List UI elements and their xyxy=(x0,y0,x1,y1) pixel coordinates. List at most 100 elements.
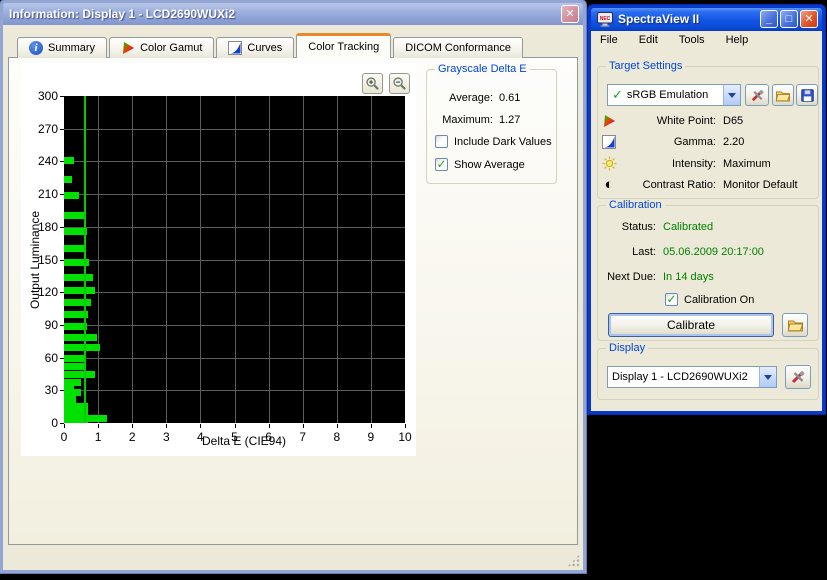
y-tick-label: 30 xyxy=(24,383,58,397)
combo-dropdown-button[interactable] xyxy=(723,85,740,105)
chart-bar xyxy=(64,192,79,199)
chart-bar xyxy=(64,363,84,370)
app-icon: NEC xyxy=(597,12,614,27)
target-save-button[interactable] xyxy=(796,84,818,106)
y-tick-label: 300 xyxy=(24,89,58,103)
average-value: 0.61 xyxy=(499,92,520,104)
include-dark-values-checkbox[interactable] xyxy=(435,135,448,148)
gamma-curve-icon xyxy=(601,135,617,149)
menu-help[interactable]: Help xyxy=(717,31,758,49)
information-window-titlebar[interactable]: Information: Display 1 - LCD2690WUXi2 ✕ xyxy=(3,3,583,25)
minimize-icon[interactable]: _ xyxy=(760,10,778,28)
x-tick-mark xyxy=(64,424,65,428)
x-tick-mark xyxy=(371,424,372,428)
tab-label: Color Tracking xyxy=(308,41,379,53)
target-load-button[interactable] xyxy=(772,84,794,106)
display-combo[interactable]: Display 1 - LCD2690WUXi2 xyxy=(607,366,777,388)
information-window: Information: Display 1 - LCD2690WUXi2 ✕ … xyxy=(0,0,586,573)
x-tick-label: 10 xyxy=(390,430,420,444)
chart-bar xyxy=(64,212,84,219)
tab-curves[interactable]: Curves xyxy=(216,37,294,58)
next-due-value: In 14 days xyxy=(663,271,714,283)
tab-color-gamut[interactable]: Color Gamut xyxy=(109,37,214,58)
close-icon[interactable]: ✕ xyxy=(800,10,818,28)
color-tracking-page: 0123456789100306090120150180210240270300… xyxy=(8,57,578,545)
display-group-title: Display xyxy=(606,342,648,354)
tab-dicom-conformance[interactable]: DICOM Conformance xyxy=(393,37,523,58)
y-gridline xyxy=(64,390,405,391)
menu-edit[interactable]: Edit xyxy=(630,31,667,49)
calibration-load-button[interactable] xyxy=(782,313,808,337)
chart-bar xyxy=(64,274,93,281)
chart-bar xyxy=(64,157,74,164)
white-point-value: D65 xyxy=(723,115,743,127)
x-tick-label: 2 xyxy=(117,430,147,444)
y-gridline xyxy=(64,161,405,162)
tab-color-tracking[interactable]: Color Tracking xyxy=(296,33,391,58)
intensity-label: Intensity: xyxy=(617,158,716,170)
calibration-group: Calibration Status: Calibrated Last: 05.… xyxy=(597,205,819,341)
y-tick-label: 60 xyxy=(24,351,58,365)
x-tick-label: 8 xyxy=(322,430,352,444)
zoom-in-icon xyxy=(365,76,380,91)
y-gridline xyxy=(64,358,405,359)
x-tick-mark xyxy=(405,424,406,428)
calibrate-button-label: Calibrate xyxy=(667,318,715,332)
combo-dropdown-button[interactable] xyxy=(759,367,776,387)
y-axis-title: Output Luminance xyxy=(28,198,42,322)
spectraview-titlebar[interactable]: NEC SpectraView II _ □ ✕ xyxy=(591,8,822,30)
information-window-body: i Summary Color Gamut Curves Color T xyxy=(3,25,583,570)
y-tick-mark xyxy=(60,423,64,424)
target-edit-button[interactable] xyxy=(745,84,769,106)
resize-grip[interactable] xyxy=(567,554,580,567)
y-gridline xyxy=(64,292,405,293)
target-settings-group: Target Settings ✓ sRGB Emulation xyxy=(597,66,819,199)
spectraview-window: NEC SpectraView II _ □ ✕ File Edit Tools… xyxy=(588,5,825,414)
maximize-icon[interactable]: □ xyxy=(780,10,798,28)
grayscale-group-title: Grayscale Delta E xyxy=(435,63,530,75)
info-icon: i xyxy=(29,41,43,55)
tab-summary[interactable]: i Summary xyxy=(17,37,107,58)
x-tick-mark xyxy=(98,424,99,428)
target-preset-combo[interactable]: ✓ sRGB Emulation xyxy=(607,84,741,106)
gamma-value: 2.20 xyxy=(723,136,744,148)
tools-icon xyxy=(750,88,765,103)
zoom-out-icon xyxy=(392,76,407,91)
close-icon[interactable]: ✕ xyxy=(561,5,579,23)
last-label: Last: xyxy=(604,246,656,258)
zoom-in-button[interactable] xyxy=(362,73,383,94)
y-gridline xyxy=(64,129,405,130)
average-label: Average: xyxy=(435,92,493,104)
intensity-sun-icon xyxy=(601,156,617,171)
calibrate-button[interactable]: Calibrate xyxy=(608,313,774,337)
zoom-out-button[interactable] xyxy=(389,73,410,94)
x-tick-label: 0 xyxy=(49,430,79,444)
calibration-on-label: Calibration On xyxy=(684,294,754,306)
menu-file[interactable]: File xyxy=(591,31,627,49)
chart-bar xyxy=(64,299,91,306)
y-gridline xyxy=(64,194,405,195)
y-gridline xyxy=(64,260,405,261)
chart-bar xyxy=(64,344,100,351)
x-tick-label: 1 xyxy=(83,430,113,444)
x-tick-label: 9 xyxy=(356,430,386,444)
y-tick-label: 270 xyxy=(24,122,58,136)
check-icon: ✓ xyxy=(612,87,623,103)
y-tick-mark xyxy=(60,129,64,130)
calibration-on-checkbox[interactable]: ✓ xyxy=(665,293,678,306)
contrast-ratio-value: Monitor Default xyxy=(723,179,798,191)
white-point-label: White Point: xyxy=(617,115,716,127)
display-group: Display Display 1 - LCD2690WUXi2 xyxy=(597,348,819,400)
x-tick-mark xyxy=(337,424,338,428)
display-settings-button[interactable] xyxy=(785,365,811,389)
show-average-checkbox[interactable]: ✓ xyxy=(435,158,448,171)
y-tick-label: 240 xyxy=(24,154,58,168)
include-dark-values-label: Include Dark Values xyxy=(454,136,552,148)
menu-tools[interactable]: Tools xyxy=(670,31,714,49)
target-preset-value: sRGB Emulation xyxy=(627,89,708,101)
y-gridline xyxy=(64,325,405,326)
delta-e-chart-plot xyxy=(64,96,405,423)
tab-label: Curves xyxy=(247,42,282,54)
x-tick-mark xyxy=(303,424,304,428)
gamma-label: Gamma: xyxy=(617,136,716,148)
